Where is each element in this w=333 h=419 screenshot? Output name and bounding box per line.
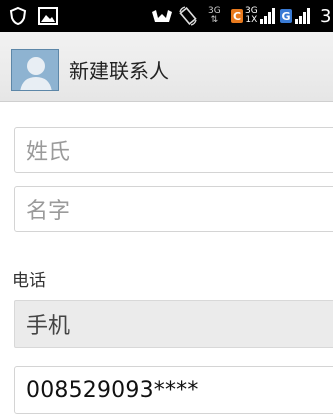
signal-bars-icon xyxy=(259,0,277,32)
signal-bars-icon xyxy=(294,0,312,32)
phone-number-input[interactable]: 008529093**** xyxy=(14,366,333,414)
surname-placeholder: 姓氏 xyxy=(26,140,71,165)
network-3g-icon: 3G ⇅ xyxy=(208,0,221,32)
data-activity-arrows: ⇅ xyxy=(210,15,219,25)
status-time: 3 xyxy=(320,5,332,27)
rotate-icon xyxy=(177,0,199,32)
phone-type-select[interactable]: 手机 xyxy=(14,300,333,348)
network-3g-1x-icon: 3G 1X xyxy=(245,0,258,32)
carrier-c-badge: C xyxy=(231,9,243,23)
page-title: 新建联系人 xyxy=(69,59,169,83)
carrier-g-badge: G xyxy=(280,9,292,23)
person-silhouette-icon xyxy=(12,50,58,90)
carrier-g-icon: G xyxy=(280,0,292,32)
network-type-sub-label: 1X xyxy=(245,15,258,25)
contact-avatar[interactable] xyxy=(11,49,59,91)
phone-section-label: 电话 xyxy=(12,271,46,291)
given-name-placeholder: 名字 xyxy=(26,199,71,224)
vibrate-icon xyxy=(150,0,174,32)
image-icon xyxy=(38,0,58,32)
phone-type-value: 手机 xyxy=(26,314,71,339)
status-bar: 3G ⇅ C 3G 1X G 3 xyxy=(0,0,333,32)
carrier-c-icon: C xyxy=(231,0,243,32)
phone-number-value: 008529093**** xyxy=(26,377,199,403)
shield-icon xyxy=(9,0,27,32)
surname-input[interactable]: 姓氏 xyxy=(14,127,333,173)
given-name-input[interactable]: 名字 xyxy=(14,186,333,232)
